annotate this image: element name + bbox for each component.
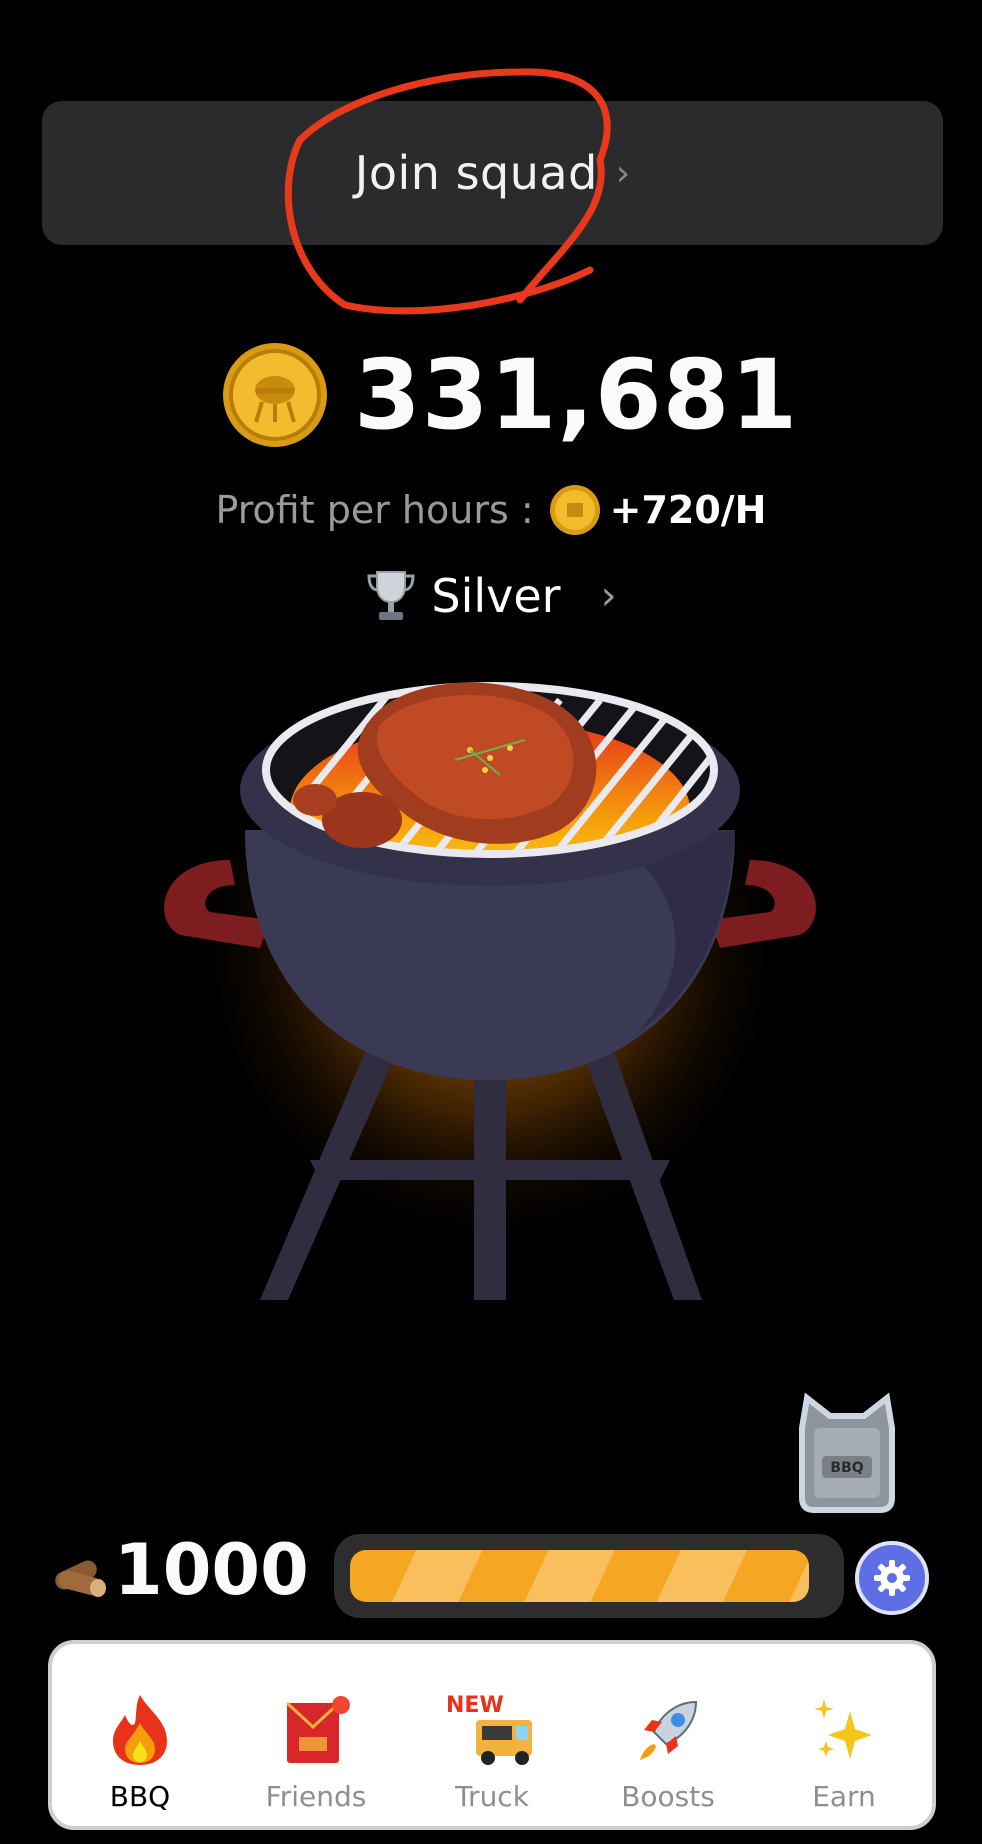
profit-value: +720/H [609, 488, 767, 532]
nav-label-truck: Truck [455, 1780, 529, 1813]
bbq-chest-button[interactable]: BBQ [782, 1388, 912, 1518]
firewood-counter: 1000 [48, 1529, 309, 1611]
league-button[interactable]: Silver › [0, 564, 982, 628]
nav-label-earn: Earn [812, 1780, 876, 1813]
league-name: Silver [431, 569, 561, 623]
join-squad-button[interactable]: Join squad › [42, 101, 943, 245]
nav-label-boosts: Boosts [621, 1780, 715, 1813]
rocket-icon [640, 1700, 698, 1760]
bottom-nav: BBQ Friends NEW Truck Boosts Earn [48, 1640, 936, 1830]
settings-button[interactable] [855, 1541, 929, 1615]
trophy-icon [367, 571, 415, 620]
balance-value: 331,681 [354, 339, 799, 451]
nav-item-bbq[interactable]: BBQ [52, 1644, 228, 1826]
nav-label-friends: Friends [265, 1780, 367, 1813]
notification-dot [332, 1696, 350, 1714]
energy-progress-bar [334, 1534, 844, 1618]
food-truck-icon: NEW [446, 1693, 532, 1765]
balance: 331,681 [220, 335, 798, 455]
nav-item-truck[interactable]: NEW Truck [404, 1644, 580, 1826]
chevron-right-icon: › [615, 152, 631, 194]
nav-item-friends[interactable]: Friends [228, 1644, 404, 1826]
bbq-chest-icon: BBQ [799, 1392, 895, 1513]
join-squad-label: Join squad [354, 146, 598, 200]
small-coin-icon [549, 485, 600, 535]
nav-item-boosts[interactable]: Boosts [580, 1644, 756, 1826]
chevron-right-icon: › [600, 573, 617, 619]
bbq-grill-illustration [164, 680, 816, 1300]
profit-label: Profit per hours : [215, 488, 534, 532]
gear-icon [874, 1560, 910, 1596]
firewood-count: 1000 [114, 1529, 309, 1611]
nav-item-earn[interactable]: Earn [756, 1644, 932, 1826]
energy-progress-fill [350, 1550, 809, 1602]
sparkles-icon [814, 1699, 872, 1759]
chest-label: BBQ [830, 1460, 863, 1476]
new-badge: NEW [446, 1693, 504, 1718]
bbq-grill-tap-area[interactable] [140, 680, 840, 1320]
firewood-icon [55, 1560, 106, 1597]
profit-per-hour: Profit per hours : +720/H [0, 480, 982, 540]
fire-icon [113, 1695, 167, 1765]
gold-coin-grill-icon [223, 343, 327, 447]
nav-label-bbq: BBQ [109, 1780, 171, 1813]
red-envelope-icon [285, 1696, 350, 1763]
